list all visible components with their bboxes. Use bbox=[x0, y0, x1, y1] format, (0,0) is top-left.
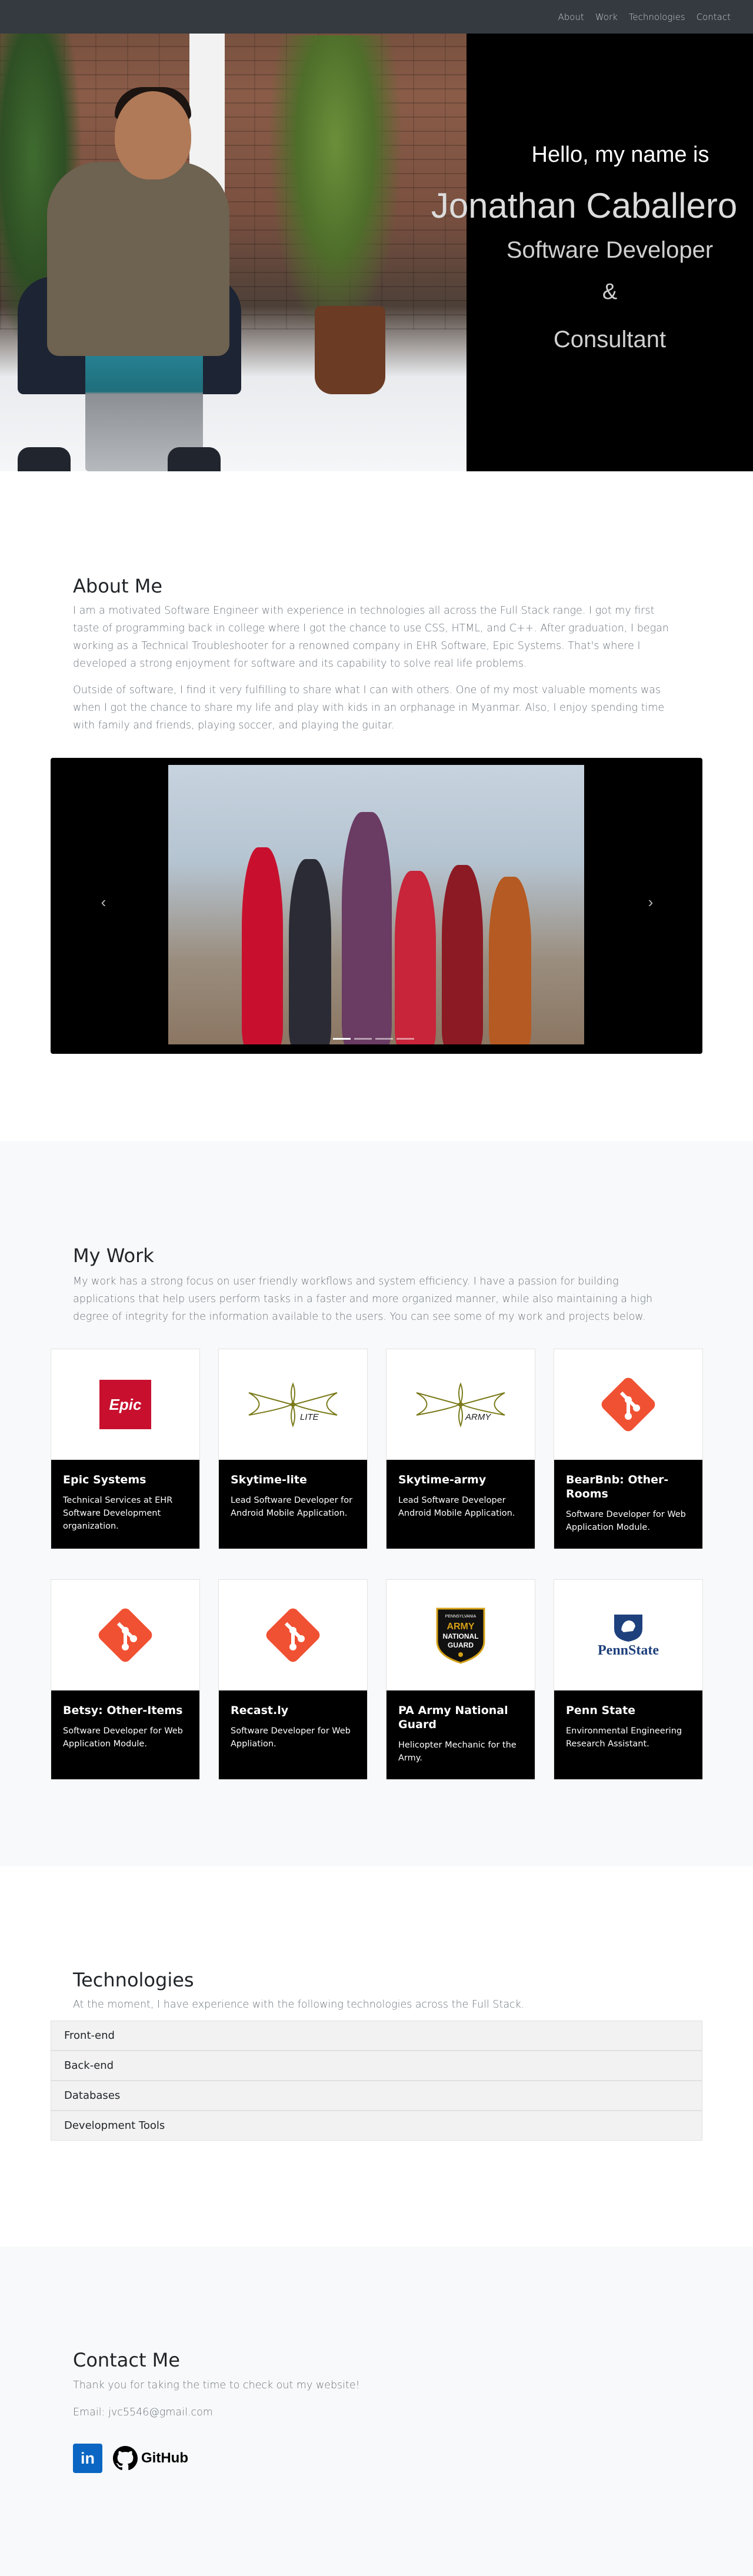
epic-logo-icon: Epic bbox=[99, 1380, 151, 1429]
github-label: GitHub bbox=[141, 2450, 188, 2466]
about-title: About Me bbox=[73, 575, 163, 597]
card-title: PA Army National Guard bbox=[398, 1704, 508, 1731]
accordion-item-front-end[interactable]: Front-end bbox=[51, 2021, 702, 2051]
carousel-next-chevron-icon[interactable]: › bbox=[639, 890, 662, 914]
hero-portrait-photo bbox=[0, 0, 467, 471]
work-card-recastly[interactable]: Recast.ly Software Developer for Web App… bbox=[218, 1579, 368, 1779]
git-icon bbox=[266, 1608, 320, 1662]
work-card-army-guard[interactable]: PENNSYLVANIA ARMY NATIONAL GUARD PA Army… bbox=[386, 1579, 535, 1779]
carousel-photo bbox=[168, 765, 584, 1044]
card-title: Skytime-army bbox=[398, 1473, 487, 1486]
svg-text:GUARD: GUARD bbox=[448, 1641, 474, 1649]
linkedin-icon[interactable]: in bbox=[73, 2444, 102, 2473]
technologies-paragraph: At the moment, I have experience with th… bbox=[73, 1999, 525, 2011]
work-card-penn-state[interactable]: PennState Penn State Environmental Engin… bbox=[554, 1579, 703, 1779]
card-text: Environmental Engineering Research Assis… bbox=[566, 1726, 682, 1749]
card-title: Skytime-lite bbox=[231, 1473, 307, 1486]
carousel-indicator[interactable] bbox=[354, 1038, 372, 1040]
penn-state-logo-icon: PennState bbox=[598, 1612, 659, 1659]
contact-thanks: Thank you for taking the time to check o… bbox=[73, 2379, 360, 2391]
git-icon bbox=[601, 1377, 655, 1432]
top-navbar: About Work Technologies Contact bbox=[0, 0, 753, 34]
card-title: Betsy: Other-Items bbox=[63, 1704, 183, 1717]
svg-text:ARMY: ARMY bbox=[465, 1412, 491, 1422]
skytime-lite-propeller-icon: LITE bbox=[248, 1382, 338, 1427]
work-card-bearbnb[interactable]: BearBnb: Other-Rooms Software Developer … bbox=[554, 1349, 703, 1549]
carousel-prev-chevron-icon[interactable]: ‹ bbox=[92, 890, 115, 914]
card-title: BearBnb: Other-Rooms bbox=[566, 1473, 669, 1500]
git-icon bbox=[98, 1608, 152, 1662]
nav-link-contact[interactable]: Contact bbox=[697, 12, 731, 22]
svg-text:LITE: LITE bbox=[300, 1412, 319, 1422]
work-paragraph: My work has a strong focus on user frien… bbox=[73, 1276, 653, 1323]
card-text: Helicopter Mechanic for the Army. bbox=[398, 1740, 517, 1763]
hero-greeting: Hello, my name is bbox=[531, 142, 709, 167]
accordion-item-back-end[interactable]: Back-end bbox=[51, 2051, 702, 2081]
technologies-accordion: Front-end Back-end Databases Development… bbox=[51, 2021, 702, 2141]
skytime-army-propeller-icon: ARMY bbox=[416, 1382, 505, 1427]
hero-ampersand: & bbox=[602, 279, 618, 304]
card-title: Epic Systems bbox=[63, 1473, 146, 1486]
card-text: Software Developer for Web Appliation. bbox=[231, 1726, 351, 1749]
nav-link-technologies[interactable]: Technologies bbox=[629, 12, 685, 22]
technologies-section: Technologies At the moment, I have exper… bbox=[0, 1866, 753, 2246]
hero-name: Jonathan Caballero bbox=[431, 186, 738, 225]
card-text: Technical Services at EHR Software Devel… bbox=[63, 1496, 173, 1531]
work-section: My Work My work has a strong focus on us… bbox=[0, 1141, 753, 1866]
work-cards-grid: Epic Epic Systems Technical Services at … bbox=[51, 1349, 703, 1779]
github-icon bbox=[113, 2446, 138, 2470]
work-card-betsy[interactable]: Betsy: Other-Items Software Developer fo… bbox=[51, 1579, 200, 1779]
social-links: in GitHub bbox=[73, 2444, 188, 2473]
card-text: Software Developer for Web Application M… bbox=[566, 1510, 686, 1532]
hero-intro-panel: Hello, my name is Jonathan Caballero Sof… bbox=[431, 34, 753, 471]
about-paragraph-2: Outside of software, I find it very fulf… bbox=[73, 684, 665, 731]
card-text: Lead Software Developer for Android Mobi… bbox=[231, 1496, 353, 1518]
card-title: Penn State bbox=[566, 1704, 636, 1717]
svg-text:NATIONAL: NATIONAL bbox=[442, 1632, 478, 1640]
card-title: Recast.ly bbox=[231, 1704, 289, 1717]
accordion-item-development-tools[interactable]: Development Tools bbox=[51, 2111, 702, 2141]
svg-text:ARMY: ARMY bbox=[447, 1622, 474, 1632]
work-card-epic[interactable]: Epic Epic Systems Technical Services at … bbox=[51, 1349, 200, 1549]
card-text: Software Developer for Web Application M… bbox=[63, 1726, 183, 1749]
work-title: My Work bbox=[73, 1244, 154, 1267]
work-card-skytime-army[interactable]: ARMY Skytime-army Lead Software Develope… bbox=[386, 1349, 535, 1549]
card-text: Lead Software Developer Android Mobile A… bbox=[398, 1496, 515, 1518]
contact-email[interactable]: Email: jvc5546@gmail.com bbox=[73, 2407, 213, 2418]
hero-role-2: Consultant bbox=[553, 327, 667, 352]
carousel-indicator[interactable] bbox=[333, 1038, 351, 1040]
technologies-title: Technologies bbox=[73, 1969, 194, 1991]
about-section: About Me I am a motivated Software Engin… bbox=[0, 471, 753, 1141]
accordion-item-databases[interactable]: Databases bbox=[51, 2081, 702, 2111]
github-link[interactable]: GitHub bbox=[113, 2446, 188, 2471]
hero-role: Software Developer bbox=[506, 237, 714, 263]
svg-text:PENNSYLVANIA: PENNSYLVANIA bbox=[445, 1615, 477, 1619]
carousel-indicator[interactable] bbox=[375, 1038, 393, 1040]
army-national-guard-badge-icon: PENNSYLVANIA ARMY NATIONAL GUARD bbox=[436, 1607, 485, 1664]
work-card-skytime-lite[interactable]: LITE Skytime-lite Lead Software Develope… bbox=[218, 1349, 368, 1549]
nav-link-work[interactable]: Work bbox=[595, 12, 618, 22]
carousel-indicators bbox=[333, 1038, 414, 1040]
about-paragraph-1: I am a motivated Software Engineer with … bbox=[73, 605, 669, 670]
contact-section: Contact Me Thank you for taking the time… bbox=[0, 2246, 753, 2576]
nav-link-about[interactable]: About bbox=[558, 12, 584, 22]
carousel-indicator[interactable] bbox=[397, 1038, 414, 1040]
photo-carousel: ‹ › bbox=[51, 758, 702, 1054]
hero-section: Hello, my name is Jonathan Caballero Sof… bbox=[0, 0, 753, 471]
contact-title: Contact Me bbox=[73, 2349, 180, 2371]
